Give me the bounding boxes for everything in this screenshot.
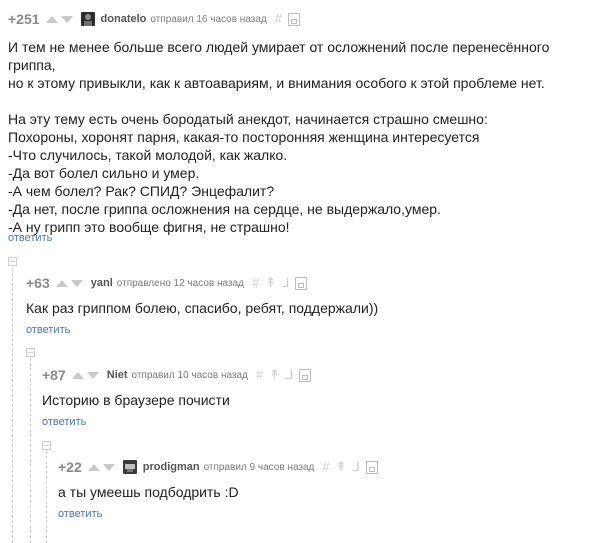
text-line: а ты умеешь подбодрить :D [58,484,239,500]
thread-line[interactable] [46,451,47,543]
author-name[interactable]: donatelo [101,13,147,25]
save-icon[interactable] [295,276,308,290]
hash-icon[interactable]: # [322,460,329,474]
branch-icon[interactable]: ⅃ [282,276,289,290]
timestamp: отправил 10 часов назад [131,369,248,381]
timestamp: отправил 16 часов назад [150,13,267,25]
timestamp: отправлено 12 часов назад [116,277,244,289]
hash-icon[interactable]: # [256,368,263,382]
text-line: -А чем болел? Рак? СПИД? Энцефалит? [8,183,275,199]
rating: +251 [8,11,40,27]
upvote-icon[interactable] [55,279,68,287]
comment-header: +87 Niet отправил 10 часов назад # ↟ ⅃ [42,366,312,384]
thread-line[interactable] [12,268,13,543]
comment-header: +251 donatelo отправил 16 часов назад # [8,10,300,28]
timestamp: отправил 9 часов назад [203,461,315,473]
save-icon[interactable] [288,12,300,26]
comment-text: И тем не менее больше всего людей умирае… [8,38,592,236]
avatar[interactable] [80,12,95,26]
text-line: Как раз гриппом болею, спасибо, ребят, п… [26,300,379,316]
text-line: -Что случилось, такой молодой, как жалко… [8,147,288,163]
text-line: -Да нет, после гриппа осложнения на серд… [8,201,441,217]
text-line: Историю в браузере почисти [42,392,230,408]
author-name[interactable]: prodigman [143,461,200,473]
comment-tools: # ↟ ⅃ [256,368,312,382]
text-line: На эту тему есть очень бородатый анекдот… [8,111,488,127]
author-name[interactable]: Niet [107,369,128,381]
comment-text: Историю в браузере почисти [42,391,230,409]
arrow-up-pin-icon[interactable]: ↟ [269,368,280,382]
text-line: -А ну грипп это вообще фигня, не страшно… [8,219,290,235]
avatar[interactable] [122,460,137,474]
thread-line[interactable] [30,358,31,543]
text-line [8,92,592,110]
downvote-icon[interactable] [60,15,73,23]
upvote-icon[interactable] [71,371,84,379]
arrow-up-pin-icon[interactable]: ↟ [336,460,347,474]
comment-text: Как раз гриппом болею, спасибо, ребят, п… [26,299,378,317]
downvote-icon[interactable] [70,279,83,287]
save-icon[interactable] [299,368,312,382]
vote-controls[interactable] [45,15,73,23]
author-name[interactable]: yanl [91,277,113,289]
arrow-up-pin-icon[interactable]: ↟ [265,276,276,290]
reply-link[interactable]: ответить [26,324,70,336]
text-line: И тем не менее больше всего людей умирае… [8,39,550,73]
collapse-icon[interactable] [26,348,35,357]
comment-tools: # ↟ ⅃ [322,460,378,474]
comment-header: +63 yanl отправлено 12 часов назад # ↟ ⅃ [26,274,308,292]
reply-link[interactable]: ответить [58,508,102,520]
upvote-icon[interactable] [87,463,100,471]
text-line: но к этому привыкли, как к автоавариям, … [8,75,545,91]
reply-link[interactable]: ответить [8,232,52,244]
downvote-icon[interactable] [86,371,99,379]
comment-header: +22 prodigman отправил 9 часов назад # ↟… [58,458,378,476]
branch-icon[interactable]: ⅃ [353,460,360,474]
rating: +87 [42,367,66,383]
text-line: Похороны, хоронят парня, какая-то постор… [8,129,480,145]
comment-text: а ты умеешь подбодрить :D [58,483,239,501]
collapse-icon[interactable] [8,257,17,266]
save-icon[interactable] [365,460,378,474]
vote-controls[interactable] [55,279,83,287]
downvote-icon[interactable] [102,463,115,471]
comment-tools: # ↟ ⅃ [252,276,308,290]
vote-controls[interactable] [87,463,115,471]
branch-icon[interactable]: ⅃ [286,368,293,382]
comment-tools: # [275,12,300,26]
rating: +63 [26,275,50,291]
upvote-icon[interactable] [45,15,58,23]
vote-controls[interactable] [71,371,99,379]
hash-icon[interactable]: # [275,12,282,26]
text-line: -Да вот болел сильно и умер. [8,165,200,181]
rating: +22 [58,459,82,475]
collapse-icon[interactable] [42,441,51,450]
hash-icon[interactable]: # [252,276,259,290]
reply-link[interactable]: ответить [42,416,86,428]
